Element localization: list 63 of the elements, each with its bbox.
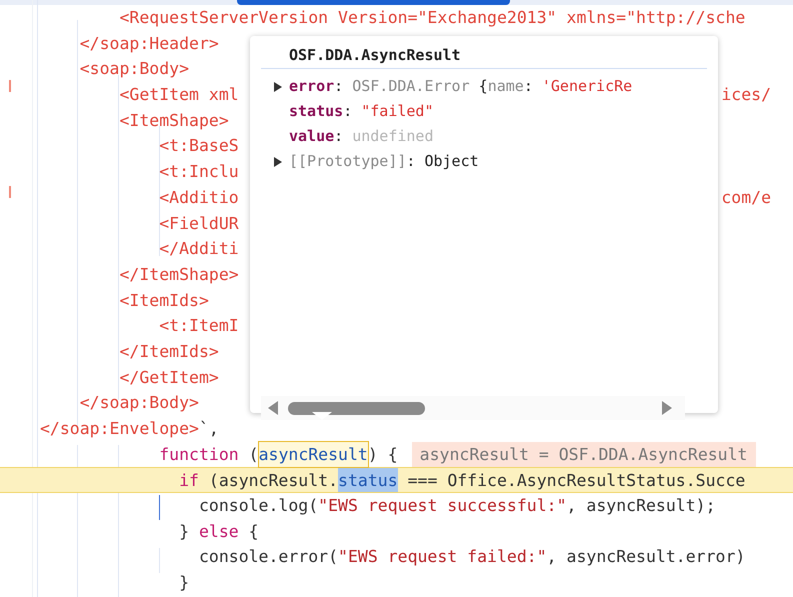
expand-arrow-icon[interactable]	[274, 156, 282, 166]
property-string: "failed"	[361, 101, 434, 122]
inline-value-hint: asyncResult = OSF.DDA.AsyncResult	[412, 442, 756, 468]
horizontal-scrollbar[interactable]	[261, 396, 685, 420]
property-text: {	[478, 76, 488, 97]
code-text: }	[179, 520, 190, 543]
property-text: :	[524, 76, 534, 97]
code-text: </ItemShape>	[119, 264, 239, 286]
code-keyword: if	[179, 470, 199, 492]
property-type: OSF.DDA.Error	[352, 76, 471, 97]
code-text: {	[248, 520, 259, 543]
code-text: console.error(	[198, 546, 338, 568]
matched-identifier: asyncResult	[258, 442, 368, 468]
code-string: "EWS request failed:"	[338, 546, 547, 568]
code-string: "EWS request successful:"	[318, 495, 567, 518]
property-text: : Object	[406, 151, 479, 172]
code-text: </soap:Envelope>	[40, 418, 199, 440]
code-text: <soap:Body>	[80, 58, 190, 80]
code-text: , asyncResult);	[566, 495, 716, 518]
code-text: }	[179, 572, 190, 594]
scrollbar-thumb[interactable]	[288, 402, 425, 414]
property-name: status	[289, 101, 344, 122]
property-name: error	[289, 76, 334, 97]
code-text: `,	[198, 418, 219, 440]
code-text: <ItemIds>	[119, 290, 209, 312]
scroll-left-icon[interactable]	[268, 401, 278, 415]
code-text: ices/	[721, 84, 771, 106]
property-text: :	[334, 126, 344, 147]
code-text: , asyncResult.error)	[546, 546, 746, 568]
code-text: <t:Inclu	[159, 161, 239, 184]
selected-text: status	[338, 468, 398, 492]
property-string: 'GenericRe	[542, 76, 632, 97]
scroll-right-icon[interactable]	[662, 401, 672, 415]
code-text: ) {	[368, 444, 398, 466]
gutter-marker	[9, 80, 11, 92]
code-text: <Additio	[159, 186, 239, 209]
code-text: <RequestServerVersion Version="Exchange2013" xmlns="http://sche	[119, 7, 746, 29]
code-text: console.log(	[198, 495, 318, 518]
property-name: value	[289, 126, 334, 147]
code-text: </ItemIds>	[119, 340, 219, 363]
tooltip-title: OSF.DDA.AsyncResult	[289, 45, 462, 66]
code-text: </soap:Header>	[80, 32, 219, 55]
code-text: </soap:Body>	[80, 392, 199, 414]
property-text: :	[334, 76, 344, 97]
code-text: com/e	[721, 186, 771, 209]
code-text: (	[248, 444, 259, 466]
code-text: === Office.AsyncResultStatus.Succe	[408, 470, 746, 492]
property-text: :	[343, 101, 354, 122]
code-keyword: function	[159, 444, 239, 466]
code-text: <t:BaseS	[159, 135, 239, 158]
code-keyword: else	[198, 520, 239, 543]
code-text: (asyncResult.	[208, 470, 338, 492]
code-text: </GetItem>	[119, 366, 219, 389]
code-text: <FieldUR	[159, 212, 239, 234]
property-type: [[Prototype]]	[289, 151, 406, 172]
property-type: name	[488, 76, 524, 97]
gutter-marker	[9, 186, 11, 198]
code-text: <ItemShape>	[119, 110, 229, 132]
property-undefined: undefined	[352, 126, 434, 147]
code-text: <GetItem xml	[119, 84, 239, 106]
expand-arrow-icon[interactable]	[274, 82, 282, 92]
code-text: <t:ItemI	[159, 315, 239, 338]
code-text: </Additi	[159, 238, 239, 260]
